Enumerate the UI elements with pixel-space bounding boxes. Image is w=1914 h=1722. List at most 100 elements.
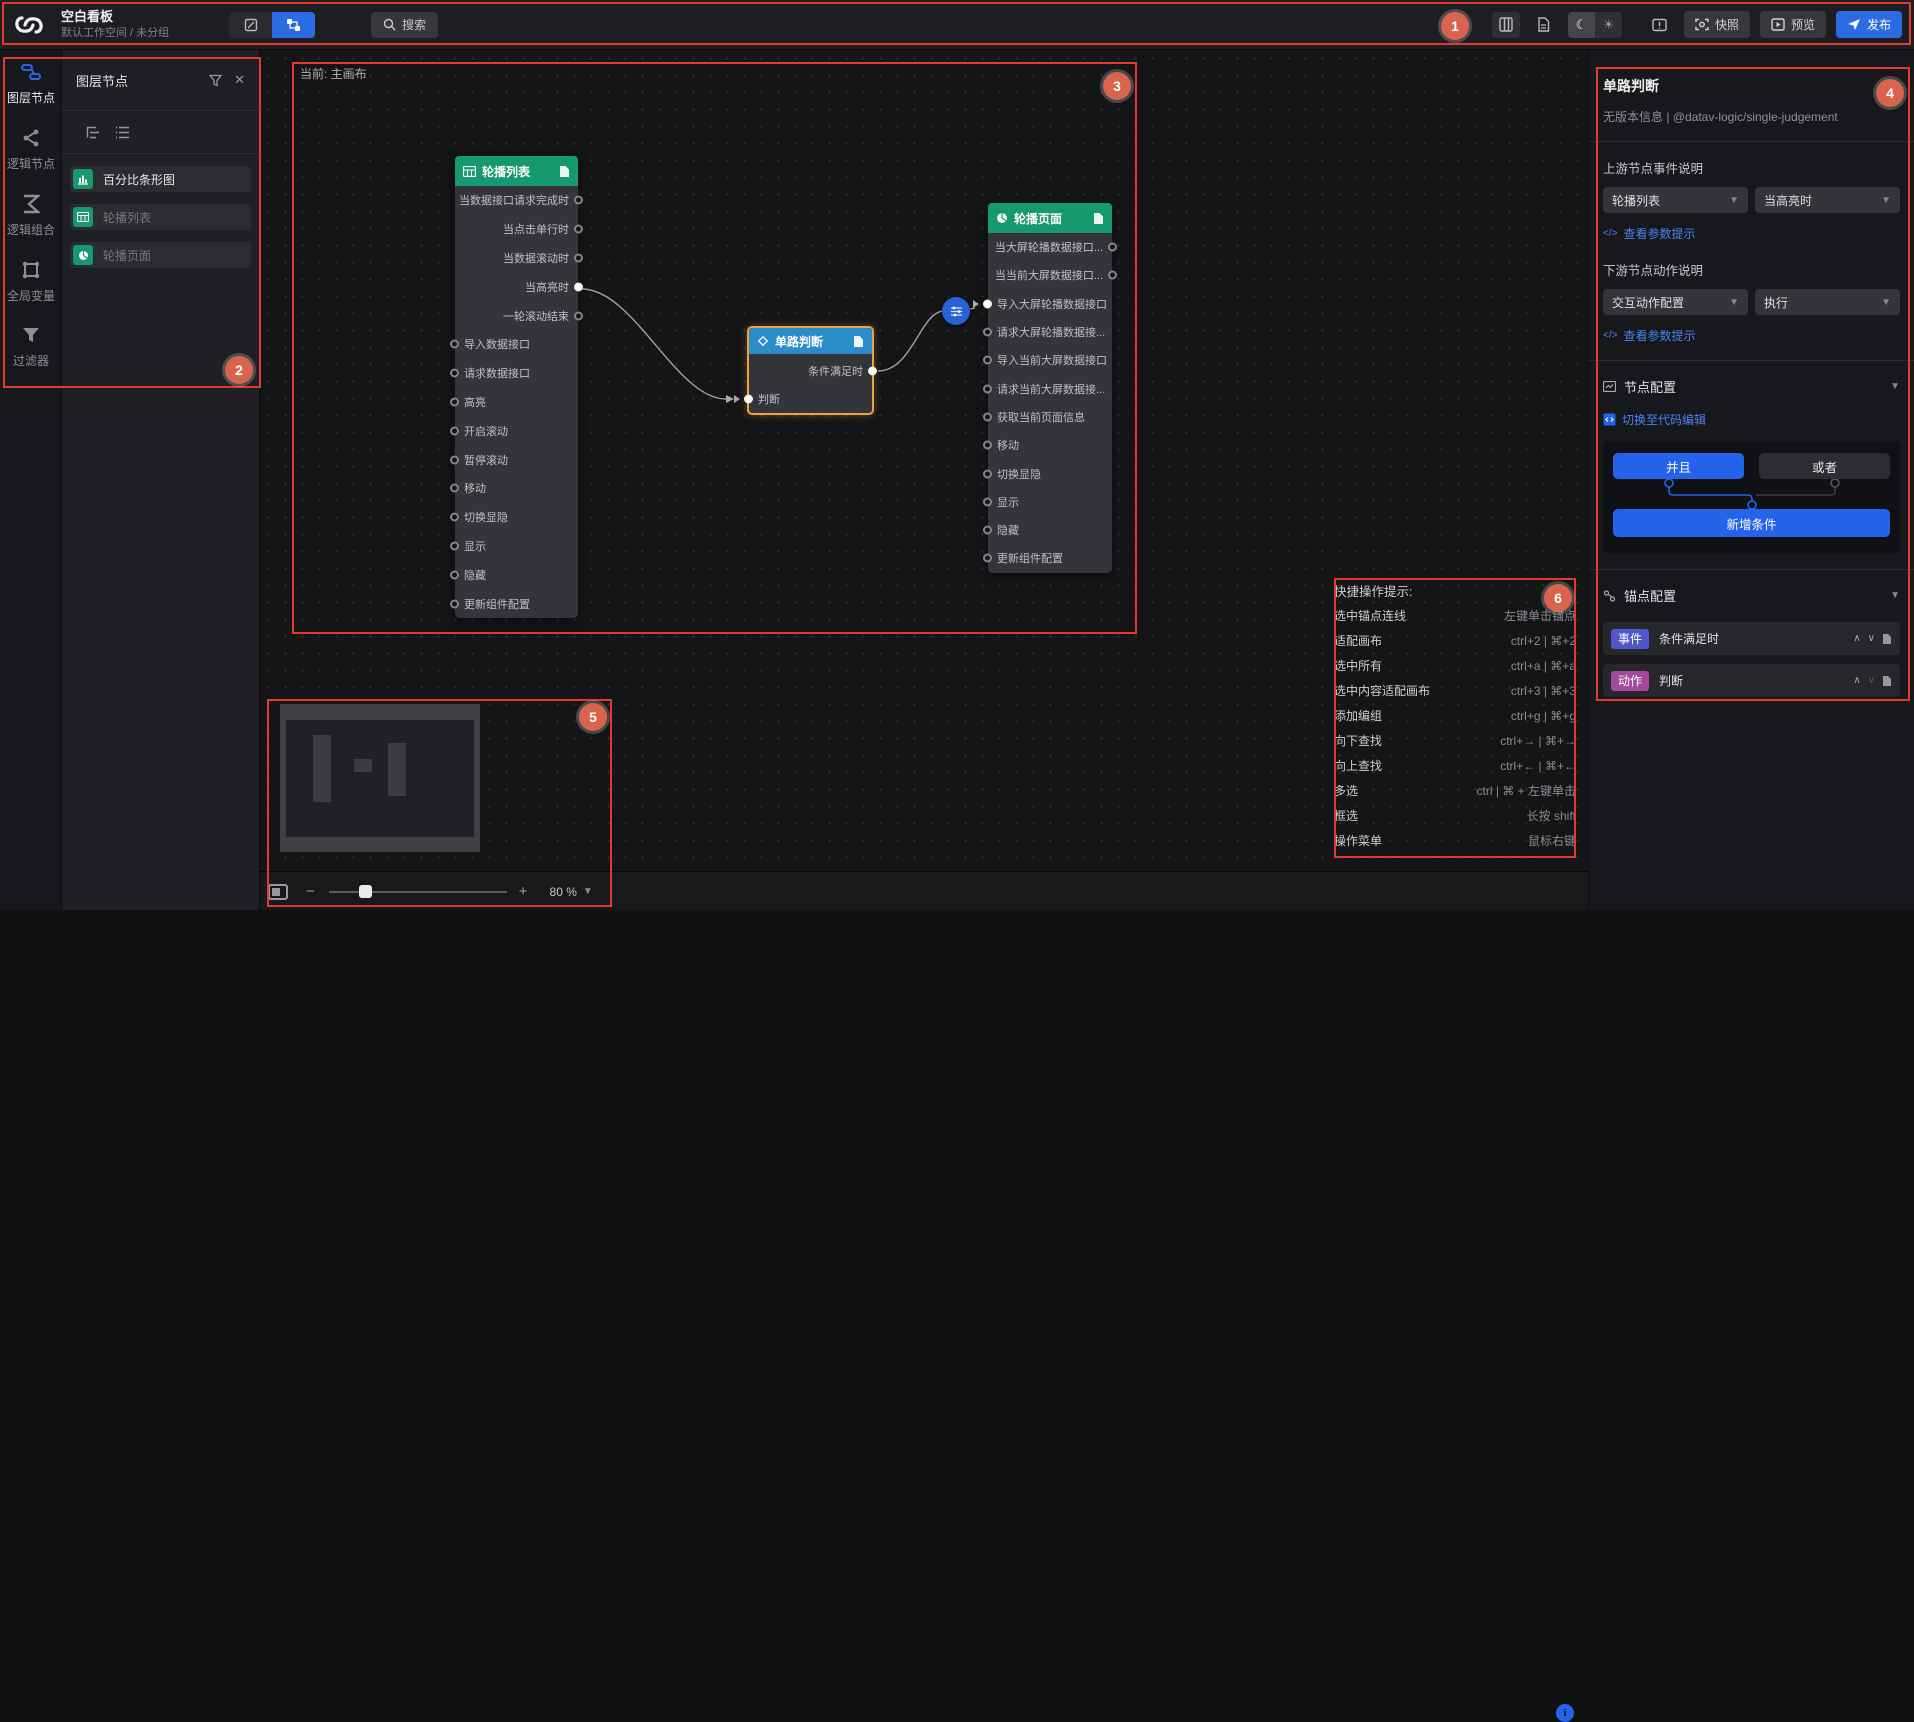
rail-item-logic-node[interactable]: 逻辑节点	[0, 116, 62, 182]
port-anchor[interactable]	[450, 484, 459, 493]
close-icon[interactable]: ✕	[234, 72, 245, 88]
port-anchor[interactable]	[574, 253, 583, 262]
node-port-in[interactable]: 导入数据接口	[455, 330, 578, 359]
zoom-value[interactable]: 80 %	[550, 885, 577, 899]
port-anchor[interactable]	[450, 369, 459, 378]
zoom-slider[interactable]	[329, 891, 507, 893]
minimap-viewport[interactable]	[280, 704, 480, 852]
chevron-up-icon[interactable]: ∧	[1853, 675, 1860, 686]
minimap-toggle-icon[interactable]	[268, 884, 288, 900]
node-port-in[interactable]: 暂停滚动	[455, 445, 578, 474]
node-header[interactable]: 轮播页面	[988, 203, 1112, 233]
port-anchor[interactable]	[450, 426, 459, 435]
upstream-node-select[interactable]: 轮播列表 ▼	[1603, 187, 1748, 213]
file-icon[interactable]	[1882, 633, 1892, 645]
node-port-out[interactable]: 当数据滚动时	[455, 244, 578, 273]
port-anchor[interactable]	[574, 311, 583, 320]
port-anchor[interactable]	[983, 497, 992, 506]
rail-item-sigma[interactable]: 逻辑组合	[0, 182, 62, 248]
node-port-in[interactable]: 获取当前页面信息	[988, 403, 1112, 431]
node-port-in[interactable]: 请求当前大屏数据接...	[988, 374, 1112, 402]
node-port-in[interactable]: 隐藏	[988, 516, 1112, 544]
and-button[interactable]: 并且	[1613, 453, 1744, 479]
port-anchor[interactable]	[574, 282, 583, 291]
downstream-action-select[interactable]: 执行 ▼	[1755, 289, 1900, 315]
node-port-out[interactable]: 当点击单行时	[455, 215, 578, 244]
node-port-out[interactable]: 当大屏轮播数据接口...	[988, 233, 1112, 261]
info-button[interactable]: i	[1556, 1704, 1574, 1722]
port-anchor[interactable]	[983, 469, 992, 478]
zoom-in-button[interactable]: +	[519, 883, 528, 900]
node-port-in[interactable]: 切换显隐	[988, 459, 1112, 487]
search-button[interactable]: 搜索	[371, 12, 438, 38]
switch-to-code-link[interactable]: 切换至代码编辑	[1603, 411, 1900, 428]
node-port-in[interactable]: 导入大屏轮播数据接口	[988, 290, 1112, 318]
node-port-in[interactable]: 开启滚动	[455, 416, 578, 445]
node-port-out[interactable]: 条件满足时	[749, 357, 872, 385]
port-anchor[interactable]	[1108, 243, 1117, 252]
preview-button[interactable]: 预览	[1760, 11, 1826, 38]
port-anchor[interactable]	[574, 196, 583, 205]
file-icon[interactable]	[559, 165, 570, 178]
node-port-in[interactable]: 移动	[455, 474, 578, 503]
node-single-judgement[interactable]: 单路判断 条件满足时判断	[747, 326, 874, 415]
node-port-in[interactable]: 请求大屏轮播数据接...	[988, 318, 1112, 346]
blueprint-mode-button[interactable]	[272, 12, 315, 38]
node-carousel-page[interactable]: 轮播页面 当大屏轮播数据接口...当当前大屏数据接口...导入大屏轮播数据接口请…	[988, 203, 1112, 573]
rail-item-funnel[interactable]: 过滤器	[0, 314, 62, 379]
port-anchor[interactable]	[574, 225, 583, 234]
chevron-down-icon[interactable]: ▼	[583, 886, 593, 897]
node-header[interactable]: 轮播列表	[455, 156, 578, 186]
blueprint-canvas[interactable]: 当前: 主画布 轮播列表 当数据接口请求完成时当点击单行时当数据滚动时当高亮时一…	[260, 50, 1588, 910]
console-warning-button[interactable]	[1646, 12, 1674, 38]
node-port-in[interactable]: 判断	[749, 385, 872, 413]
view-params-link[interactable]: </> 查看参数提示	[1603, 225, 1900, 242]
chevron-up-icon[interactable]: ∧	[1853, 633, 1860, 644]
port-anchor[interactable]	[983, 328, 992, 337]
chevron-down-icon[interactable]: ∨	[1868, 633, 1875, 644]
port-anchor[interactable]	[450, 570, 459, 579]
zoom-out-button[interactable]: −	[306, 883, 315, 900]
node-config-section-header[interactable]: 节点配置 ▼	[1603, 377, 1900, 396]
wire-config-badge[interactable]	[942, 297, 970, 325]
layer-node-item[interactable]: 百分比条形图	[70, 166, 251, 192]
add-condition-button[interactable]: 新增条件	[1613, 509, 1890, 537]
view-params-link-2[interactable]: </> 查看参数提示	[1603, 327, 1900, 344]
port-anchor[interactable]	[450, 541, 459, 550]
layout-columns-button[interactable]	[1492, 12, 1520, 38]
node-port-in[interactable]: 显示	[988, 488, 1112, 516]
publish-button[interactable]: 发布	[1836, 11, 1902, 38]
zoom-slider-handle[interactable]	[359, 885, 372, 898]
port-anchor[interactable]	[983, 356, 992, 365]
port-anchor[interactable]	[450, 513, 459, 522]
snapshot-button[interactable]: 快照	[1684, 11, 1750, 38]
port-anchor[interactable]	[450, 599, 459, 608]
node-port-out[interactable]: 当数据接口请求完成时	[455, 186, 578, 215]
node-port-out[interactable]: 一轮滚动结束	[455, 301, 578, 330]
light-theme-button[interactable]: ☀	[1595, 12, 1622, 38]
node-header[interactable]: 单路判断	[749, 328, 872, 354]
list-view-icon[interactable]	[115, 126, 130, 139]
port-anchor[interactable]	[983, 299, 992, 308]
wire-judge-to-page[interactable]	[878, 311, 943, 371]
file-icon[interactable]	[1882, 675, 1892, 687]
port-anchor[interactable]	[983, 441, 992, 450]
chevron-down-icon[interactable]: ▼	[1890, 381, 1900, 392]
port-anchor[interactable]	[868, 367, 877, 376]
node-port-out[interactable]: 当高亮时	[455, 272, 578, 301]
page-edit-mode-button[interactable]	[229, 12, 272, 38]
port-anchor[interactable]	[983, 384, 992, 393]
port-anchor[interactable]	[744, 395, 753, 404]
file-icon[interactable]	[853, 335, 864, 348]
port-anchor[interactable]	[983, 554, 992, 563]
port-anchor[interactable]	[450, 397, 459, 406]
port-anchor[interactable]	[450, 455, 459, 464]
file-icon[interactable]	[1093, 212, 1104, 225]
node-port-in[interactable]: 更新组件配置	[988, 544, 1112, 572]
node-port-in[interactable]: 移动	[988, 431, 1112, 459]
port-anchor[interactable]	[983, 412, 992, 421]
node-carousel-list[interactable]: 轮播列表 当数据接口请求完成时当点击单行时当数据滚动时当高亮时一轮滚动结束导入数…	[455, 156, 578, 618]
anchor-config-section-header[interactable]: 锚点配置 ▼	[1603, 586, 1900, 605]
port-anchor[interactable]	[1108, 271, 1117, 280]
layer-node-item[interactable]: 轮播列表	[70, 204, 251, 230]
